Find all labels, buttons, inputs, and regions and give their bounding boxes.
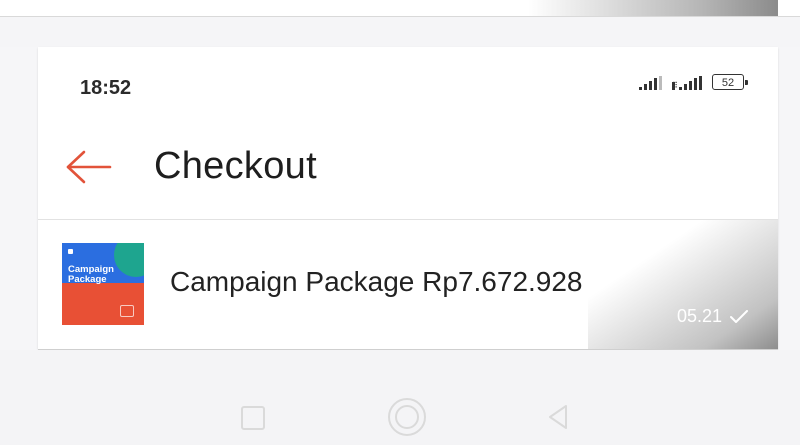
- chat-background: [0, 17, 800, 47]
- arrow-left-icon[interactable]: [64, 149, 114, 185]
- battery-icon: 52: [712, 74, 748, 90]
- system-nav-bar: [0, 388, 800, 438]
- signal-icon-2: ⠿: [672, 76, 702, 90]
- recent-apps-icon[interactable]: [241, 406, 265, 430]
- message-text: Campaign Package Rp7.672.928: [170, 266, 583, 297]
- app-header: Checkout: [38, 125, 778, 220]
- row-shadow: [588, 220, 778, 349]
- message-meta: 05.21: [677, 306, 748, 327]
- back-icon[interactable]: [546, 403, 570, 431]
- bubble-shadow: [528, 0, 778, 16]
- chat-list-item[interactable]: Campaign Package Campaign Package Rp7.67…: [38, 220, 778, 350]
- check-icon: [730, 309, 748, 323]
- status-icons: ⠿ 52: [639, 74, 748, 90]
- message-timestamp: 05.21: [676, 306, 722, 326]
- signal-icon: [639, 76, 662, 90]
- status-bar: 18:52 ⠿ 52: [38, 47, 778, 125]
- campaign-thumbnail: Campaign Package: [62, 243, 144, 325]
- screenshot-card[interactable]: 18:52 ⠿ 52 Checkout Campaign Package Cam…: [38, 47, 778, 350]
- previous-message-bubble: [0, 0, 800, 17]
- home-icon[interactable]: [388, 398, 426, 436]
- calendar-icon: [120, 305, 134, 317]
- thumbnail-dot: [68, 249, 73, 254]
- thumbnail-label: Campaign Package: [68, 264, 114, 285]
- status-time: 18:52: [80, 77, 132, 99]
- page-title: Checkout: [154, 145, 317, 187]
